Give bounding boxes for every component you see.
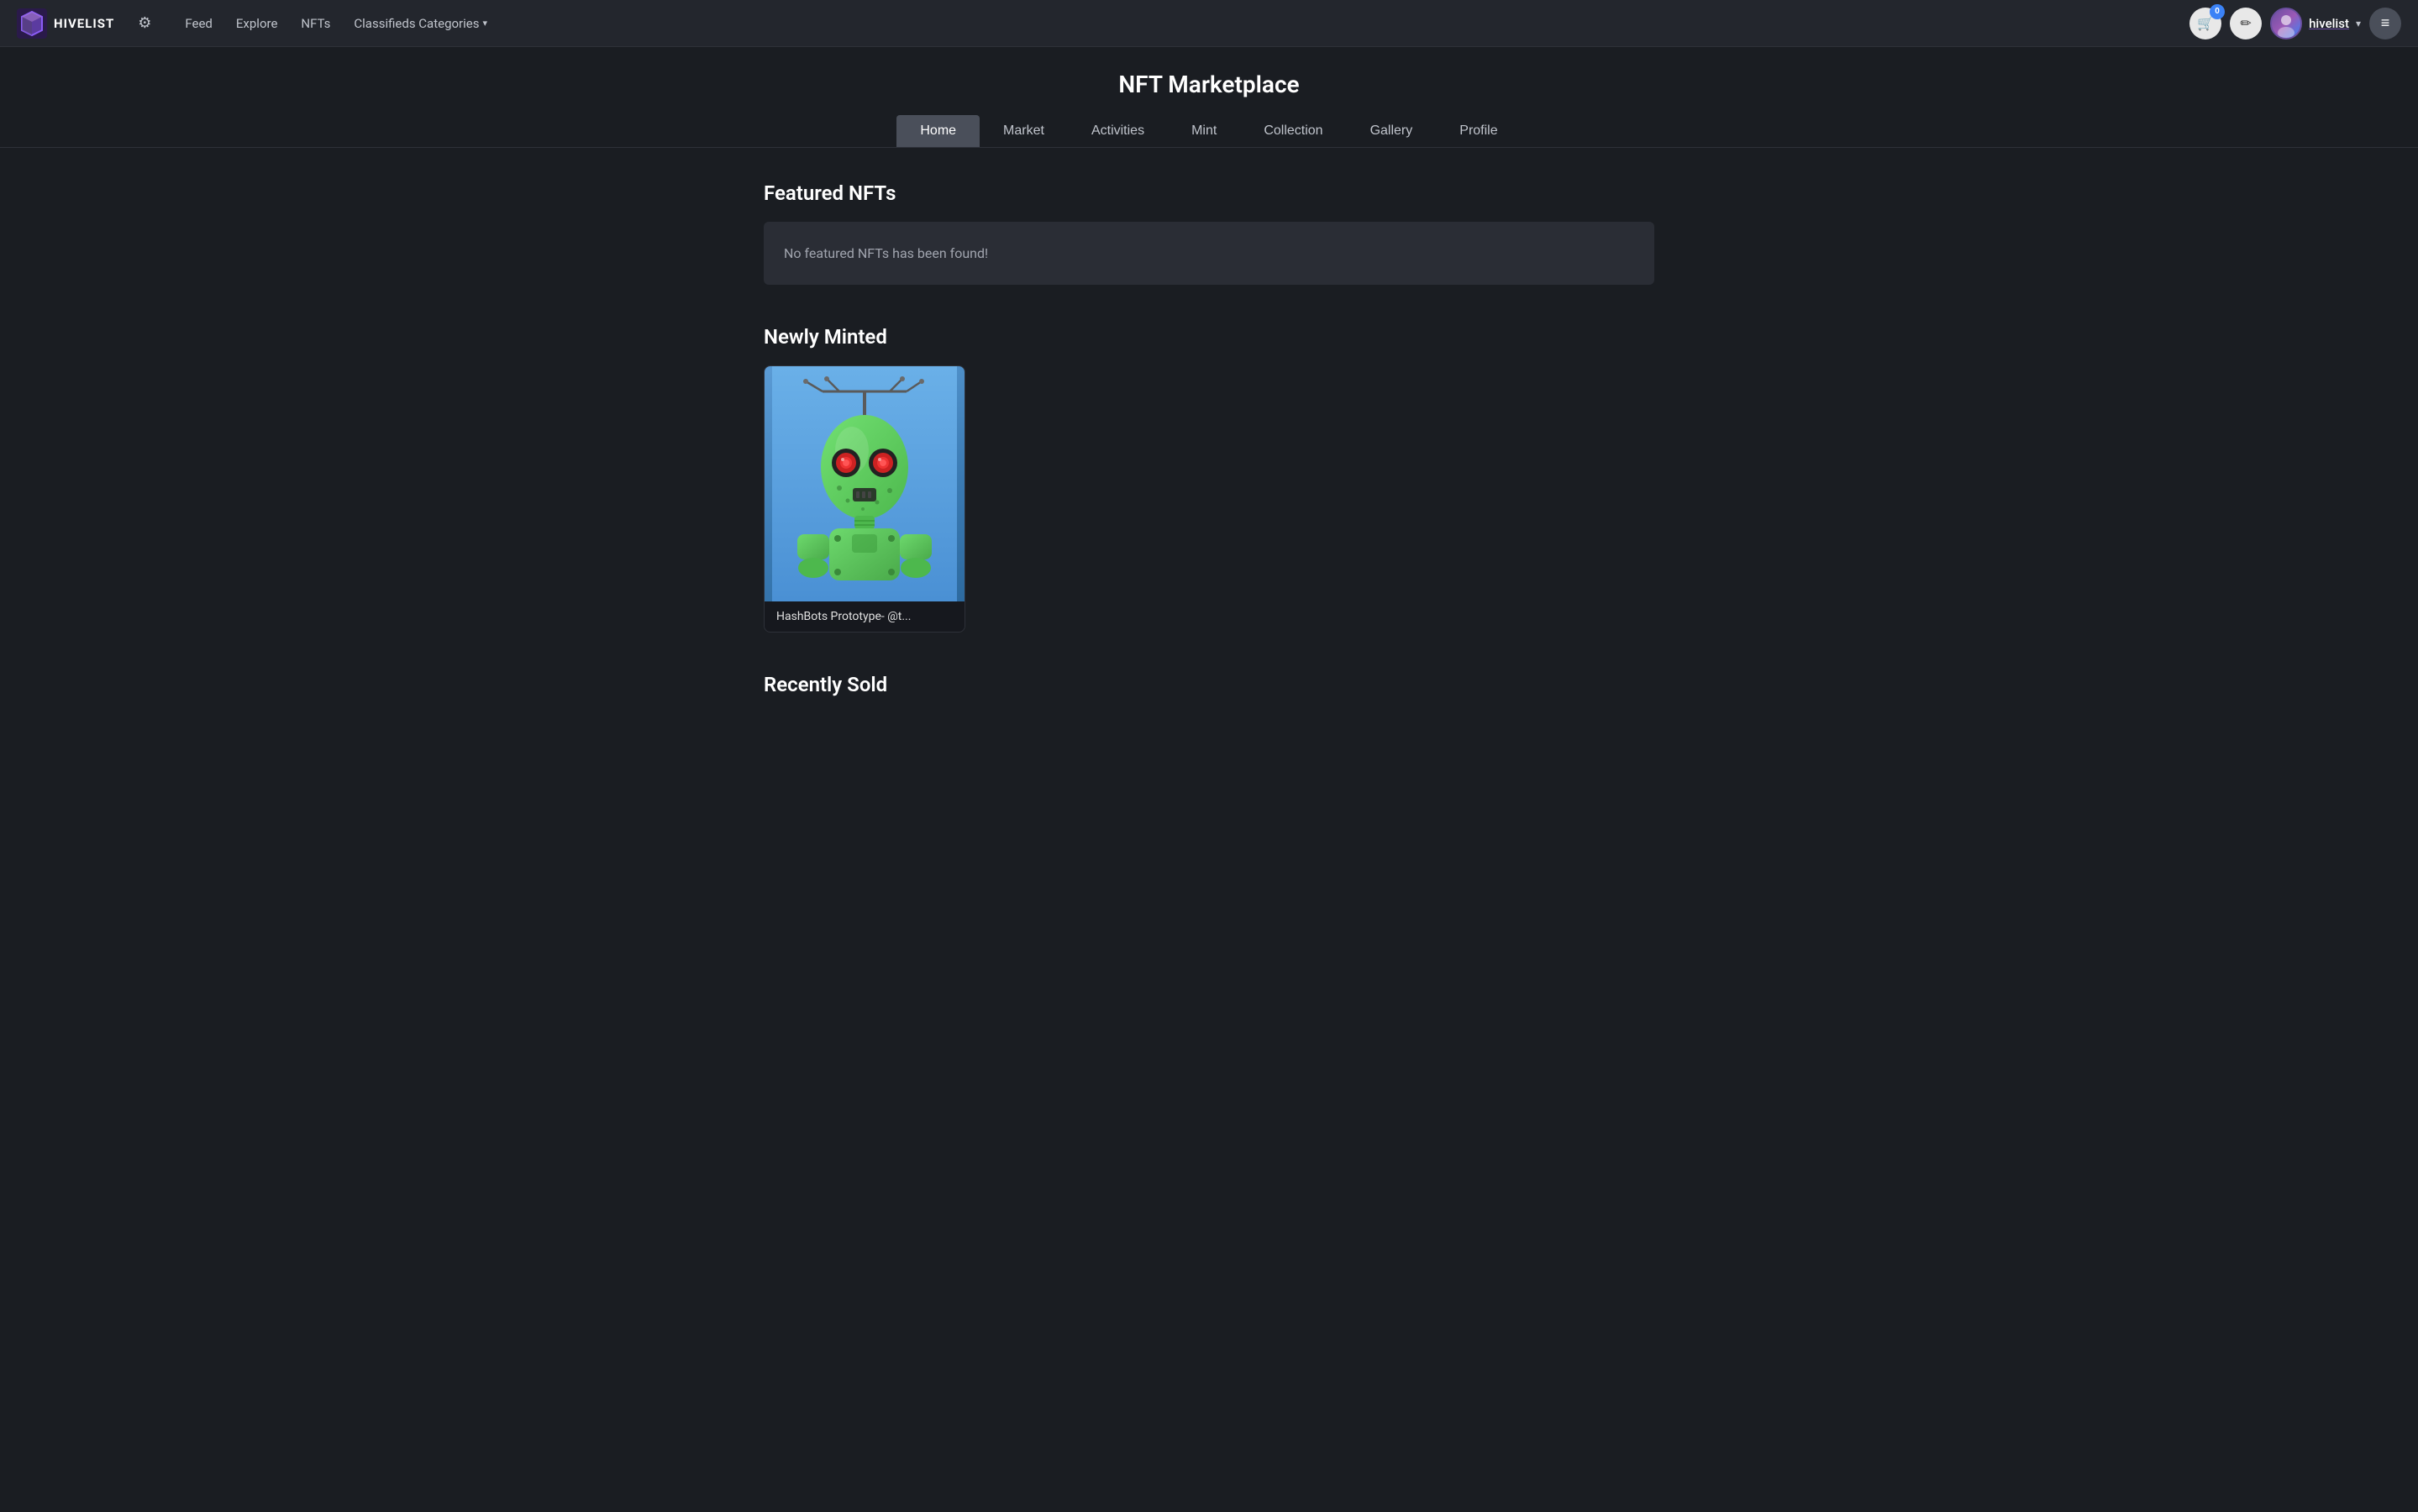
username-label: hivelist — [2309, 16, 2349, 31]
hamburger-icon: ≡ — [2381, 14, 2390, 32]
newly-minted-section: Newly Minted — [764, 325, 1654, 633]
tab-home[interactable]: Home — [896, 115, 980, 147]
user-dropdown[interactable]: hivelist ▾ — [2270, 8, 2361, 39]
classifieds-chevron-icon: ▾ — [482, 18, 487, 29]
create-post-button[interactable]: ✏ — [2230, 8, 2262, 39]
nav-nfts[interactable]: NFTs — [291, 9, 340, 38]
navbar: HIVELIST ⚙ Feed Explore NFTs Classifieds… — [0, 0, 2418, 47]
navbar-right: 🛒 0 ✏ — [2189, 8, 2401, 39]
hashbots-robot-svg — [772, 366, 957, 601]
tabs-bar: Home Market Activities Mint Collection G… — [0, 115, 2418, 148]
tab-activities[interactable]: Activities — [1068, 115, 1168, 147]
avatar-image — [2272, 9, 2300, 38]
featured-empty-message: No featured NFTs has been found! — [784, 245, 1634, 261]
nft-card[interactable]: HashBots Prototype- @t... — [764, 365, 965, 633]
nav-feed[interactable]: Feed — [175, 9, 223, 38]
featured-empty-box: No featured NFTs has been found! — [764, 222, 1654, 285]
user-chevron-icon: ▾ — [2356, 18, 2361, 29]
cart-button[interactable]: 🛒 0 — [2189, 8, 2221, 39]
tab-gallery[interactable]: Gallery — [1347, 115, 1437, 147]
tab-collection[interactable]: Collection — [1240, 115, 1346, 147]
tab-mint[interactable]: Mint — [1168, 115, 1240, 147]
nav-links: Feed Explore NFTs Classifieds Categories… — [175, 9, 2173, 38]
nft-card-label: HashBots Prototype- @t... — [765, 601, 965, 632]
hivelist-logo-icon — [17, 8, 47, 39]
recently-sold-section: Recently Sold — [764, 673, 1654, 696]
newly-minted-title: Newly Minted — [764, 325, 1654, 349]
pencil-icon: ✏ — [2240, 15, 2251, 32]
cart-badge: 0 — [2210, 4, 2225, 19]
logo[interactable]: HIVELIST — [17, 8, 114, 39]
tab-profile[interactable]: Profile — [1436, 115, 1521, 147]
hamburger-menu-button[interactable]: ≡ — [2369, 8, 2401, 39]
featured-section: Featured NFTs No featured NFTs has been … — [764, 181, 1654, 285]
user-avatar — [2270, 8, 2302, 39]
featured-title: Featured NFTs — [764, 181, 1654, 205]
tab-market[interactable]: Market — [980, 115, 1068, 147]
recently-sold-title: Recently Sold — [764, 673, 1654, 696]
nav-explore[interactable]: Explore — [226, 9, 288, 38]
nft-card-image — [765, 366, 965, 601]
settings-button[interactable]: ⚙ — [131, 8, 158, 39]
nav-classifieds[interactable]: Classifieds Categories ▾ — [344, 9, 497, 38]
logo-text: HIVELIST — [54, 16, 114, 31]
main-content: Featured NFTs No featured NFTs has been … — [747, 148, 1671, 747]
page-title: NFT Marketplace — [0, 47, 2418, 115]
nft-card-grid: HashBots Prototype- @t... — [764, 365, 1654, 633]
